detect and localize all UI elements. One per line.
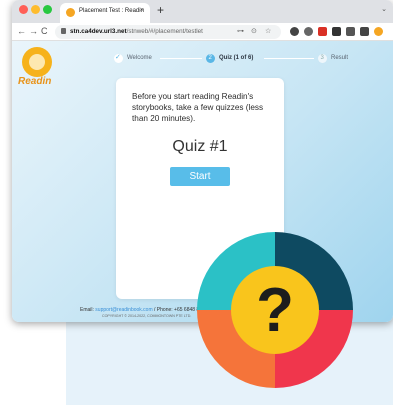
start-button[interactable]: Start	[170, 167, 230, 186]
extension-icon[interactable]	[332, 27, 341, 36]
step-active-icon: 2	[206, 54, 215, 63]
share-icon[interactable]: ⊙	[251, 27, 257, 35]
footer-copyright: COPYRIGHT © 2014-2022, COMMONTOWN PTE LT…	[102, 314, 192, 318]
logo-text: Readin	[18, 76, 52, 87]
download-icon[interactable]	[346, 27, 355, 36]
lion-face-icon	[29, 54, 45, 70]
back-arrow-icon[interactable]: ←	[17, 26, 26, 36]
new-tab-button[interactable]: +	[157, 3, 164, 17]
footer-contact: Email: support@readinbook.com / Phone: +…	[80, 307, 202, 313]
profile-avatar-icon[interactable]	[374, 27, 383, 36]
email-link[interactable]: support@readinbook.com	[95, 307, 152, 313]
progress-stepper: ✓ Welcome 2 Quiz (1 of 6) 3 Result	[114, 53, 384, 65]
step-pending-icon: 3	[318, 54, 327, 63]
browser-toolbar: ← → C stn.ca4dev.url3.net/stnweb/#/place…	[12, 23, 393, 41]
url-text[interactable]: stn.ca4dev.url3.net/stnweb/#/placement/t…	[70, 28, 203, 35]
favicon-icon	[66, 8, 75, 17]
step-connector	[264, 58, 314, 59]
tab-close-icon[interactable]: ×	[140, 7, 144, 14]
sidebar-icon[interactable]	[360, 27, 369, 36]
intro-text: Before you start reading Readin's storyb…	[132, 92, 264, 123]
step-label-welcome: Welcome	[127, 55, 152, 61]
tab-bar: Placement Test : Readin × + ⌄	[12, 0, 393, 23]
readin-logo[interactable]: Readin	[18, 47, 60, 93]
step-label-result: Result	[331, 55, 349, 61]
step-label-quiz: Quiz (1 of 6)	[219, 55, 254, 61]
forward-arrow-icon[interactable]: →	[29, 26, 38, 36]
quiz-question-badge: ?	[197, 232, 353, 388]
tab-title: Placement Test : Readin	[79, 8, 144, 14]
key-icon[interactable]: ⊶	[237, 27, 244, 35]
extension-icon[interactable]	[318, 27, 327, 36]
bookmark-star-icon[interactable]: ☆	[265, 27, 271, 35]
step-done-icon: ✓	[114, 54, 123, 63]
tab-placement-test[interactable]: Placement Test : Readin ×	[60, 3, 150, 23]
tab-search-chevron-icon[interactable]: ⌄	[381, 5, 387, 13]
close-window-button[interactable]	[19, 5, 28, 14]
lock-icon[interactable]	[61, 28, 66, 34]
step-connector	[160, 58, 202, 59]
minimize-window-button[interactable]	[31, 5, 40, 14]
extension-icon[interactable]	[304, 27, 313, 36]
address-bar[interactable]: stn.ca4dev.url3.net/stnweb/#/placement/t…	[55, 25, 281, 39]
extension-icon[interactable]	[290, 27, 299, 36]
screenshot-stage: Placement Test : Readin × + ⌄ ← → C stn.…	[0, 0, 393, 405]
quiz-title: Quiz #1	[172, 138, 228, 155]
question-mark-icon: ?	[256, 276, 294, 345]
maximize-window-button[interactable]	[43, 5, 52, 14]
reload-icon[interactable]: C	[41, 26, 48, 36]
